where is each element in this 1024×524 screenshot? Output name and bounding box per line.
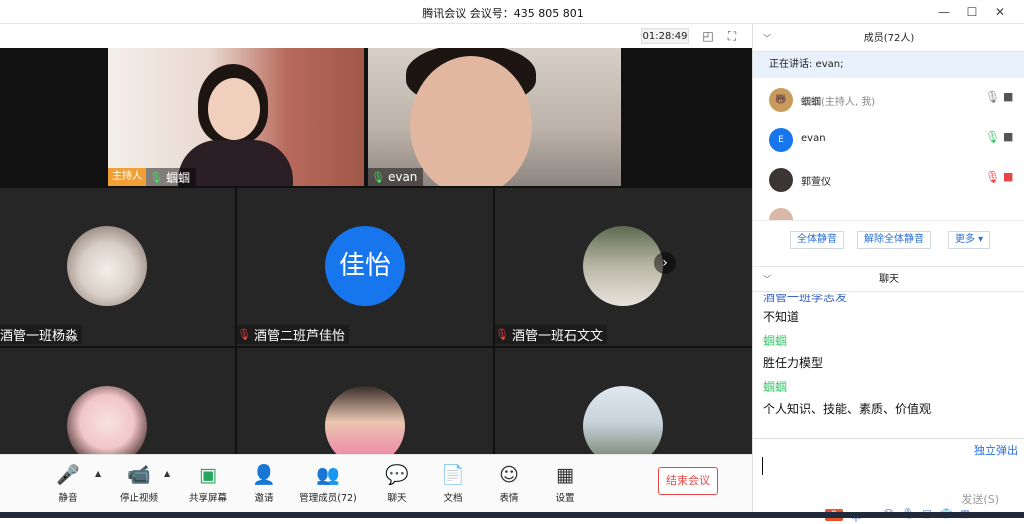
chat-sender: 酒管一班李志发 (763, 294, 848, 304)
member-item[interactable]: 🐻 蝈蝈(主持人, 我) 🎙 ■ (753, 80, 1024, 120)
mic-muted-icon: 🎙 (237, 328, 251, 341)
participant-grid: 酒管一班杨淼 佳怡 🎙 酒管二班芦佳怡 🎙 酒管一班石文文 › (0, 188, 752, 454)
invite-button[interactable]: 👤 邀请 (229, 463, 299, 504)
host-badge: 主持人 (108, 168, 146, 186)
microphone-icon: 🎤 (56, 464, 80, 486)
member-item[interactable] (753, 200, 1024, 220)
speaker-row: 主持人 🎙 蝈蝈 🎙 evan (0, 48, 752, 188)
invite-icon: 👤 (252, 464, 276, 486)
unmute-all-button[interactable]: 解除全体静音 (857, 231, 931, 249)
participant-tile[interactable] (237, 348, 493, 454)
chat-messages: 酒管一班李志发 不知道 蝈蝈 胜任力模型 蝈蝈 个人知识、技能、素质、价值观 (753, 294, 1024, 438)
next-page-icon[interactable]: › (654, 252, 676, 274)
mic-muted-icon: 🎙 (495, 328, 509, 341)
chat-sender: 蝈蝈 (763, 334, 788, 348)
members-header[interactable]: ﹀ 成员(72人) (753, 26, 1024, 52)
avatar (325, 386, 405, 454)
window-title: 腾讯会议 会议号：435 805 801 (422, 7, 584, 20)
text-cursor (762, 457, 763, 475)
layout-icon[interactable]: ◰ (700, 28, 716, 44)
participant-tile[interactable]: 🎙 酒管一班石文文 (495, 188, 752, 346)
microphone-icon: 🎙 (371, 170, 385, 184)
maximize-icon[interactable]: ☐ (958, 3, 986, 21)
speaker-name: 蝈蝈 (165, 170, 190, 185)
chat-sender: 蝈蝈 (763, 380, 788, 394)
microphone-icon[interactable]: 🎙 (985, 90, 1000, 104)
avatar (583, 386, 663, 454)
speaking-indicator: 正在讲话: evan; (753, 52, 1024, 78)
avatar (769, 208, 793, 220)
member-role: (主持人, 我) (821, 97, 876, 108)
avatar: E (769, 128, 793, 152)
mute-button[interactable]: 🎤 静音 (33, 463, 103, 504)
speaker-label: 🎙 evan (368, 168, 424, 186)
title-bar: 腾讯会议 会议号：435 805 801 — ☐ ✕ (0, 0, 1024, 24)
participant-name: 酒管一班杨淼 (0, 329, 79, 344)
camera-off-icon[interactable]: ■ (1003, 170, 1013, 183)
audio-options-caret[interactable]: ▲ (95, 469, 101, 478)
side-panel: ﹀ 成员(72人) 正在讲话: evan; 🐻 蝈蝈(主持人, 我) 🎙 ■ E… (752, 24, 1024, 524)
avatar (583, 226, 663, 306)
avatar (67, 386, 147, 454)
participant-label: 🎙 酒管一班石文文 (495, 325, 607, 344)
avatar: 🐻 (769, 88, 793, 112)
members-icon: 👥 (316, 464, 340, 486)
avatar (67, 226, 147, 306)
popout-button[interactable]: 独立弹出 (974, 442, 1018, 458)
settings-icon: ▦ (556, 464, 574, 486)
chat-header[interactable]: ﹀ 聊天 (753, 266, 1024, 292)
speaker-name: evan (387, 170, 418, 184)
member-name: 郭萱仪 (801, 177, 831, 188)
camera-icon[interactable]: ■ (1003, 130, 1013, 143)
mute-all-button[interactable]: 全体静音 (790, 231, 844, 249)
close-icon[interactable]: ✕ (986, 3, 1014, 21)
video-options-caret[interactable]: ▲ (164, 469, 170, 478)
chat-message: 胜任力模型 (763, 356, 824, 370)
mic-muted-icon[interactable]: 🎙 (985, 170, 1000, 184)
participant-tile[interactable]: 酒管一班杨淼 (0, 188, 235, 346)
send-button[interactable]: 发送(S) (961, 491, 999, 507)
speaker-video-evan[interactable]: 🎙 evan (368, 48, 621, 186)
chevron-down-icon[interactable]: ﹀ (763, 267, 771, 293)
member-name: evan (801, 133, 826, 144)
participant-name: 酒管二班芦佳怡 (253, 329, 345, 344)
fullscreen-icon[interactable]: ⛶ (724, 28, 740, 44)
minimize-icon[interactable]: — (930, 3, 958, 21)
participant-label: 🎙 酒管二班芦佳怡 (237, 325, 349, 344)
camera-icon[interactable]: ■ (1003, 90, 1013, 103)
video-top-bar: 01:28:49 ◰ ⛶ (0, 24, 752, 48)
avatar: 佳怡 (325, 226, 405, 306)
video-area: 01:28:49 ◰ ⛶ 主持人 🎙 蝈蝈 🎙 evan 酒管一班杨淼 佳怡 🎙… (0, 24, 752, 454)
participant-tile[interactable] (495, 348, 752, 454)
microphone-icon: 🎙 (149, 170, 163, 184)
member-item[interactable]: 郭萱仪 🎙 ■ (753, 160, 1024, 200)
chat-message: 个人知识、技能、素质、价值观 (763, 402, 932, 416)
member-name: 蝈蝈 (801, 97, 821, 108)
taskbar (0, 512, 1024, 518)
member-item[interactable]: E evan 🎙 ■ (753, 120, 1024, 160)
meeting-toolbar: 🎤 静音 ▲ 📹 停止视频 ▲ ▣ 共享屏幕 👤 邀请 👥 管理成员(72) 💬… (0, 454, 752, 512)
microphone-icon[interactable]: 🎙 (985, 130, 1000, 144)
participant-label: 酒管一班杨淼 (0, 325, 83, 344)
member-actions: 全体静音 解除全体静音 更多 ▾ (753, 220, 1024, 260)
avatar (769, 168, 793, 192)
chevron-down-icon[interactable]: ﹀ (763, 26, 771, 52)
manage-members-button[interactable]: 👥 管理成员(72) (293, 463, 363, 504)
end-meeting-button[interactable]: 结束会议 (658, 467, 718, 495)
participant-tile[interactable]: 佳怡 🎙 酒管二班芦佳怡 (237, 188, 493, 346)
speaker-label: 主持人 🎙 蝈蝈 (108, 168, 196, 186)
meeting-timer: 01:28:49 (641, 28, 689, 44)
chat-message: 不知道 (763, 310, 800, 324)
settings-button[interactable]: ▦ 设置 (530, 463, 600, 504)
more-button[interactable]: 更多 ▾ (948, 231, 991, 249)
speaker-video-host[interactable]: 主持人 🎙 蝈蝈 (108, 48, 364, 186)
participant-name: 酒管一班石文文 (511, 329, 603, 344)
participant-tile[interactable] (0, 348, 235, 454)
